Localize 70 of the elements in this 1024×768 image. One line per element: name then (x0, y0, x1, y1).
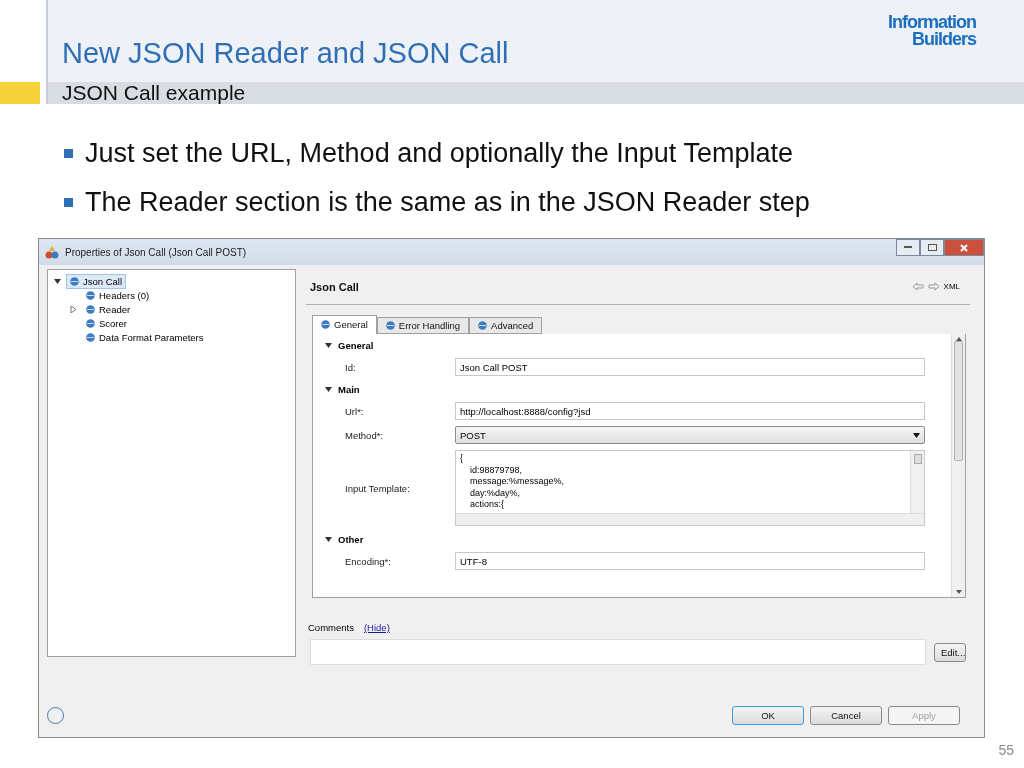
edit-button[interactable]: Edit... (934, 642, 966, 662)
expand-icon[interactable] (70, 305, 77, 313)
bullet-icon (64, 149, 73, 158)
field-label: Encoding*: (345, 555, 392, 567)
minimize-button[interactable] (896, 239, 920, 256)
code-line: { (460, 453, 464, 465)
scrollbar[interactable] (951, 334, 965, 597)
window-title: Properties of Json Call (Json Call POST) (65, 246, 248, 258)
dialog-button[interactable]: OK (732, 705, 804, 725)
tab[interactable]: General (312, 315, 377, 334)
text-field[interactable]: http://localhost:8888/config?jsd (455, 402, 925, 420)
ball-icon (70, 276, 79, 286)
bullet-icon (64, 198, 73, 207)
logo-text: Information (888, 14, 976, 31)
slide-title: New JSON Reader and JSON Call (62, 37, 509, 70)
scroll-down-icon[interactable] (955, 590, 962, 594)
hide-link[interactable]: (Hide) (363, 622, 390, 633)
text-field[interactable]: Json Call POST (455, 358, 925, 376)
horizontal-scrollbar[interactable] (456, 513, 924, 525)
code-line: id:98879798, (469, 464, 524, 476)
minimize-icon (904, 246, 912, 249)
section-title: Other (338, 533, 364, 545)
ball-icon (86, 332, 95, 342)
panel-title: Json Call (310, 280, 359, 293)
ball-icon (86, 318, 95, 328)
tree-item[interactable]: Data Format Parameters (82, 329, 208, 345)
ball-icon (385, 321, 395, 330)
xml-label[interactable]: XML (943, 282, 960, 291)
code-line: day:%day%, (469, 487, 522, 499)
maximize-icon (927, 244, 937, 251)
field-label: Input Template: (345, 482, 411, 494)
ball-icon (86, 290, 95, 300)
tree-item[interactable]: Json Call (66, 273, 127, 289)
bullet-text: The Reader section is the same as in the JSON Reader step (85, 187, 810, 218)
maximize-button[interactable] (920, 239, 944, 256)
app-icon (45, 245, 59, 259)
ball-icon (321, 320, 330, 329)
ball-icon (478, 321, 488, 330)
page-number: 55 (998, 742, 1014, 758)
tree-item[interactable]: Scorer (82, 315, 131, 331)
template-field[interactable]: { id:98879798, message:%message%, day:%day%, actions:{ (455, 450, 925, 526)
tab[interactable]: Error Handling (376, 317, 470, 334)
code-line: actions:{ (469, 499, 506, 511)
collapse-icon[interactable] (325, 341, 332, 349)
text-field[interactable]: UTF-8 (455, 552, 925, 570)
caret-icon[interactable] (913, 432, 920, 438)
accent-block (0, 82, 40, 104)
code-line: message:%message%, (469, 476, 566, 488)
slide-subtitle: JSON Call example (62, 81, 246, 105)
section-title: General (338, 339, 374, 351)
comments-label: Comments (308, 622, 354, 633)
close-icon (960, 243, 968, 252)
tab[interactable]: Advanced (469, 317, 543, 334)
comments-field[interactable] (310, 639, 926, 665)
collapse-icon[interactable] (325, 385, 332, 393)
collapse-icon[interactable] (325, 535, 332, 543)
section-title: Main (338, 383, 360, 395)
ball-icon (86, 304, 95, 314)
dialog-button[interactable]: Cancel (810, 705, 882, 725)
bullet-text: Just set the URL, Method and optionally the Input Template (85, 138, 793, 169)
field-label: Id: (345, 361, 357, 373)
field-label: Url*: (345, 405, 365, 417)
tree-item[interactable]: Headers (0) (82, 287, 154, 303)
method-dropdown[interactable]: POST (455, 426, 925, 444)
logo-text: Builders (911, 31, 976, 48)
field-label: Method*: (345, 429, 385, 441)
tree-item[interactable]: Reader (82, 301, 135, 317)
scrollbar[interactable] (910, 451, 924, 513)
collapse-icon[interactable] (54, 277, 61, 285)
close-button[interactable] (944, 239, 984, 256)
